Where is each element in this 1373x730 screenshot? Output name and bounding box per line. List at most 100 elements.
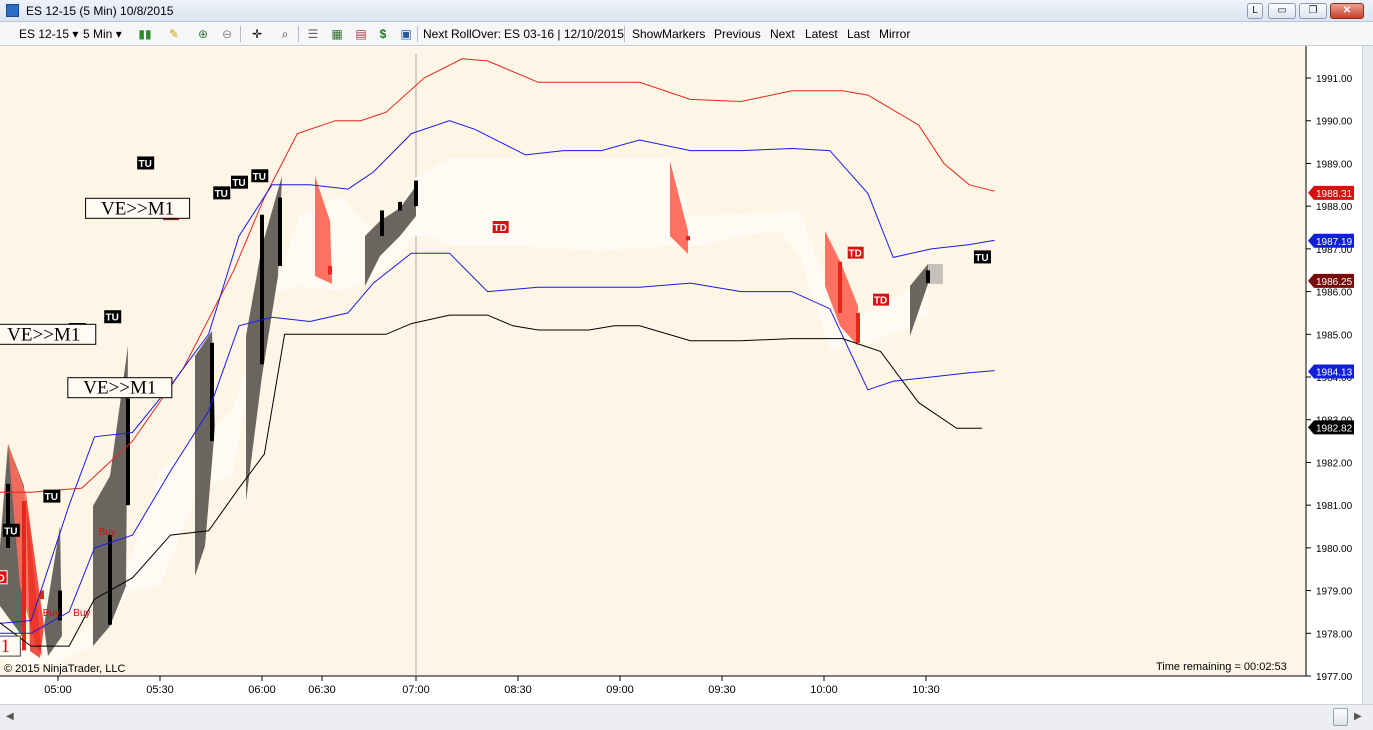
copyright-text: © 2015 NinjaTrader, LLC (4, 663, 125, 675)
time-tick-label: 08:30 (504, 684, 532, 696)
time-tick-label: 06:30 (308, 684, 336, 696)
period-label: 5 Min (83, 27, 113, 41)
signal-box-label: VE>>M1 (101, 198, 174, 219)
td-marker-label: TD (849, 249, 862, 260)
tu-marker-label: TU (139, 159, 152, 170)
time-tick-label: 09:30 (708, 684, 736, 696)
signal-box-label: VE>>M1 (7, 324, 80, 345)
zoom-out-icon[interactable]: ⊖ (220, 27, 234, 41)
tu-marker-label: TU (253, 172, 266, 183)
scroll-right-icon[interactable]: ▶ (1354, 711, 1362, 722)
properties-icon[interactable]: ☰ (306, 27, 320, 41)
price-bar (398, 201, 402, 211)
price-chart[interactable]: TUTUTUTUTUTUTUTUTUTUTUTDTDTDTDTDTDVE>>M1… (0, 46, 1362, 704)
chevron-down-icon: ▾ (72, 27, 79, 41)
strategies-icon[interactable]: ▤ (354, 27, 368, 41)
signal-box-label: E>>M1 (0, 636, 10, 657)
price-tick-label: 1979.00 (1316, 587, 1353, 598)
indicators-icon[interactable]: ▦ (330, 27, 344, 41)
mirror-button[interactable]: Mirror (879, 27, 910, 41)
price-bar (210, 342, 214, 442)
price-marker-label: 1982.82 (1316, 423, 1353, 434)
buy-label: Buy (73, 608, 90, 619)
toolbar-separator (298, 26, 299, 42)
price-bar (686, 236, 690, 241)
price-marker-label: 1988.31 (1316, 189, 1353, 200)
horizontal-scrollbar[interactable]: ◀ ▶ (0, 704, 1373, 730)
price-tick-label: 1981.00 (1316, 501, 1353, 512)
data-box-icon[interactable]: ▣ (399, 27, 413, 41)
rollover-value: ES 03-16 | 12/10/2015 (504, 27, 624, 41)
chart-canvas[interactable]: TUTUTUTUTUTUTUTUTUTUTUTDTDTDTDTDTDVE>>M1… (0, 46, 1362, 704)
bar-style-icon[interactable]: ▮▮ (138, 27, 152, 41)
toolbar-separator (240, 26, 241, 42)
price-tick-label: 1988.00 (1316, 202, 1353, 213)
time-tick-label: 10:30 (912, 684, 940, 696)
rollover-label: Next RollOver: (423, 27, 502, 41)
price-marker-label: 1986.25 (1316, 277, 1353, 288)
pencil-icon[interactable]: ✎ (167, 27, 181, 41)
price-bar (22, 500, 26, 651)
buy-label: Buy (99, 527, 116, 538)
time-remaining-text: Time remaining = 00:02:53 (1156, 661, 1287, 673)
tu-marker-label: TU (106, 313, 119, 324)
app-icon (6, 4, 19, 17)
price-bar (414, 180, 418, 207)
chart-toolbar: ES 12-15 ▾ 5 Min ▾ ▮▮ ✎ ⊕ ⊖ ✛ ⌕ ☰ ▦ ▤ $ … (0, 22, 1373, 46)
price-tick-label: 1982.00 (1316, 458, 1353, 469)
latest-button[interactable]: Latest (805, 27, 838, 41)
window-title: ES 12-15 (5 Min) 10/8/2015 (26, 4, 174, 18)
tu-marker-label: TU (975, 253, 988, 264)
price-bar (6, 483, 10, 548)
next-button[interactable]: Next (770, 27, 795, 41)
time-tick-label: 09:00 (606, 684, 634, 696)
price-tick-label: 1985.00 (1316, 330, 1353, 341)
td-marker-label: TD (494, 223, 507, 234)
price-bar (380, 210, 384, 237)
instrument-selector[interactable]: ES 12-15 ▾ (19, 27, 78, 41)
lock-button[interactable]: L (1247, 3, 1263, 19)
price-axis-panel (1306, 46, 1362, 676)
price-bar (126, 398, 130, 506)
tu-marker-label: TU (232, 178, 245, 189)
scroll-thumb[interactable] (1333, 708, 1348, 726)
price-tick-label: 1990.00 (1316, 117, 1353, 128)
zoom-in-icon[interactable]: ⊕ (196, 27, 210, 41)
period-selector[interactable]: 5 Min ▾ (83, 27, 122, 41)
signal-box-label: VE>>M1 (83, 378, 156, 399)
td-marker-label: TD (874, 296, 887, 307)
price-tick-label: 1989.00 (1316, 159, 1353, 170)
vertical-scrollbar[interactable] (1362, 46, 1373, 704)
scroll-left-icon[interactable]: ◀ (6, 711, 14, 722)
price-marker-label: 1984.13 (1316, 367, 1353, 378)
buy-label: Buy (43, 608, 60, 619)
last-button[interactable]: Last (847, 27, 870, 41)
previous-button[interactable]: Previous (714, 27, 761, 41)
price-bar (856, 312, 860, 343)
price-bar (328, 265, 332, 275)
maximize-button[interactable]: ❐ (1299, 3, 1327, 19)
minimize-button[interactable]: ▭ (1268, 3, 1296, 19)
instrument-label: ES 12-15 (19, 27, 70, 41)
time-tick-label: 05:00 (44, 684, 72, 696)
price-bar (108, 535, 112, 625)
show-markers-button[interactable]: ShowMarkers (632, 27, 705, 41)
magnifier-icon[interactable]: ⌕ (278, 27, 292, 41)
time-tick-label: 10:00 (810, 684, 838, 696)
window-title-bar: ES 12-15 (5 Min) 10/8/2015 L ▭ ❐ ✕ (0, 0, 1373, 22)
tu-marker-label: TU (215, 189, 228, 200)
crosshair-icon[interactable]: ✛ (250, 27, 264, 41)
chevron-down-icon: ▾ (115, 27, 122, 41)
td-marker-label: TD (0, 573, 5, 584)
price-tick-label: 1977.00 (1316, 672, 1353, 683)
tu-marker-label: TU (4, 526, 17, 537)
toolbar-separator (624, 26, 625, 42)
price-tick-label: 1978.00 (1316, 629, 1353, 640)
time-tick-label: 07:00 (402, 684, 430, 696)
price-tick-label: 1991.00 (1316, 74, 1353, 85)
dollar-icon[interactable]: $ (376, 27, 390, 41)
price-bar (926, 270, 930, 284)
price-bar (260, 214, 264, 365)
time-axis-panel (0, 676, 1306, 704)
close-button[interactable]: ✕ (1330, 3, 1364, 19)
